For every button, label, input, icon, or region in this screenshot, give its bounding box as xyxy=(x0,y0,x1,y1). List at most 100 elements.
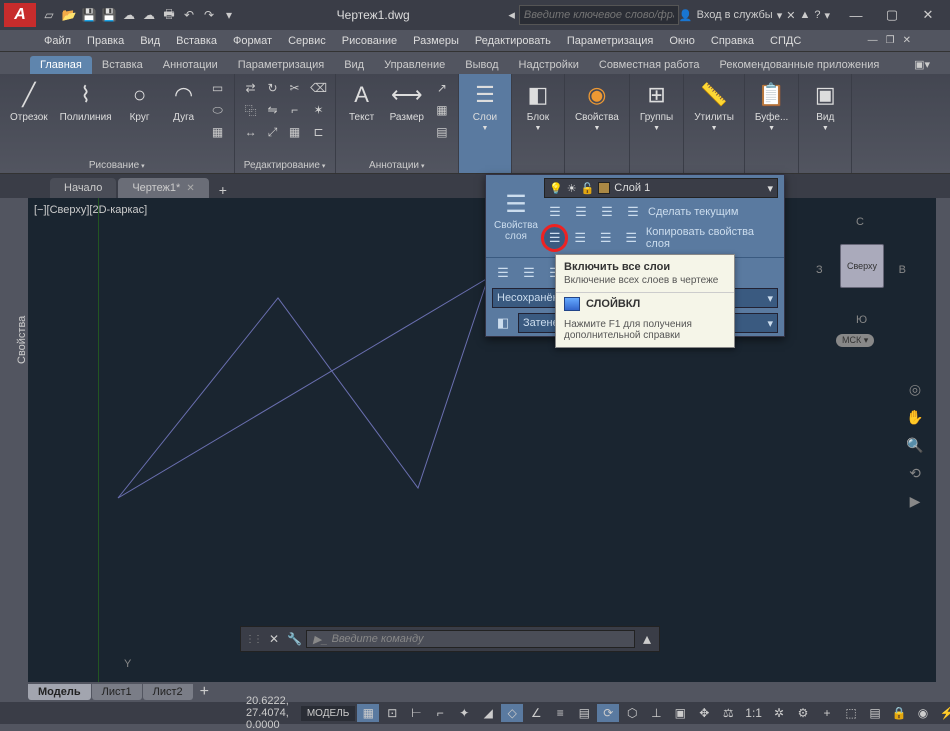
sb-selection-icon[interactable]: ▣ xyxy=(669,704,691,722)
arc-button[interactable]: ◠Дуга xyxy=(164,78,204,125)
layer-thaw-icon[interactable]: ☰ xyxy=(569,227,590,249)
minimize-button[interactable]: — xyxy=(838,0,874,30)
tab-output[interactable]: Вывод xyxy=(455,56,508,74)
sb-infer-icon[interactable]: ⊢ xyxy=(405,704,427,722)
signin-icon[interactable]: 👤 xyxy=(679,9,693,22)
sb-annovis-icon[interactable]: ✲ xyxy=(768,704,790,722)
menu-draw[interactable]: Рисование xyxy=(334,33,405,49)
tab-annotate[interactable]: Аннотации xyxy=(153,56,228,74)
panel-draw-title[interactable]: Рисование xyxy=(6,158,228,173)
menu-view[interactable]: Вид xyxy=(132,33,168,49)
layout-add-button[interactable]: + xyxy=(194,683,215,701)
menu-help[interactable]: Справка xyxy=(703,33,762,49)
cmdline-history-icon[interactable]: ▴ xyxy=(639,629,655,649)
layer-match-icon[interactable]: ☰ xyxy=(620,227,641,249)
menu-modify[interactable]: Редактировать xyxy=(467,33,559,49)
fillet-icon[interactable]: ⌐ xyxy=(285,100,305,120)
viewcube-north[interactable]: С xyxy=(856,216,864,228)
copy-props-link[interactable]: Копировать свойства слоя xyxy=(646,224,778,252)
mdi-restore-icon[interactable]: ❐ xyxy=(883,35,898,46)
new-icon[interactable]: ▱ xyxy=(40,6,58,24)
mdi-minimize-icon[interactable]: — xyxy=(865,35,881,46)
viewcube-east[interactable]: В xyxy=(899,264,906,276)
layer-iso-icon[interactable]: ☰ xyxy=(492,262,514,284)
tab-layout2[interactable]: Лист2 xyxy=(143,684,193,700)
viewcube-top-face[interactable]: Сверху xyxy=(840,244,884,288)
tab-express-icon[interactable]: ▣▾ xyxy=(904,55,940,74)
maximize-button[interactable]: ▢ xyxy=(874,0,910,30)
nav-pan-icon[interactable]: ✋ xyxy=(904,406,926,428)
rotate-icon[interactable]: ↻ xyxy=(263,78,283,98)
viewcube-south[interactable]: Ю xyxy=(856,314,867,326)
sb-lineweight-icon[interactable]: ≡ xyxy=(549,704,571,722)
line-button[interactable]: ╱Отрезок xyxy=(6,78,52,125)
sb-workspace-icon[interactable]: ⚙ xyxy=(792,704,814,722)
viewcube-wcs[interactable]: МСК ▾ xyxy=(836,334,874,347)
cmdline-close-icon[interactable]: ✕ xyxy=(265,632,283,646)
layer-lock-btn-icon[interactable]: ☰ xyxy=(596,201,618,223)
doctab-close-icon[interactable]: ✕ xyxy=(186,183,194,194)
properties-palette-bar[interactable]: Свойства xyxy=(0,198,28,682)
tab-featured[interactable]: Рекомендованные приложения xyxy=(710,56,890,74)
tab-view[interactable]: Вид xyxy=(334,56,374,74)
cloud-save-icon[interactable]: ☁ xyxy=(140,6,158,24)
view-button[interactable]: ▣Вид▼ xyxy=(805,78,845,134)
mtext-icon[interactable]: ▤ xyxy=(432,122,452,142)
panel-modify-title[interactable]: Редактирование xyxy=(241,158,329,173)
viewcube[interactable]: С Ю З В Сверху МСК ▾ xyxy=(816,216,906,336)
coordinates[interactable]: 20.6222, 27.4074, 0.0000 xyxy=(246,695,289,731)
sb-scale[interactable]: 1:1 xyxy=(741,704,766,722)
sb-annoscale-icon[interactable]: ⚖ xyxy=(717,704,739,722)
doctab-drawing1[interactable]: Чертеж1*✕ xyxy=(118,178,208,198)
tab-layout1[interactable]: Лист1 xyxy=(92,684,142,700)
cmdline-customize-icon[interactable]: 🔧 xyxy=(287,632,302,646)
sb-gizmo-icon[interactable]: ✥ xyxy=(693,704,715,722)
layer-freeze-icon[interactable]: ☰ xyxy=(570,201,592,223)
tab-manage[interactable]: Управление xyxy=(374,56,455,74)
redo-icon[interactable]: ↷ xyxy=(200,6,218,24)
sb-grid-icon[interactable]: ▦ xyxy=(357,704,379,722)
offset-icon[interactable]: ⊏ xyxy=(309,122,329,142)
layer-unlock-icon[interactable]: ☰ xyxy=(595,227,616,249)
erase-icon[interactable]: ⌫ xyxy=(309,78,329,98)
tab-home[interactable]: Главная xyxy=(30,56,92,74)
signin-dropdown-icon[interactable]: ▾ xyxy=(777,9,783,22)
cmdline-grip-icon[interactable]: ⋮⋮ xyxy=(245,634,261,645)
sb-cycling-icon[interactable]: ⟳ xyxy=(597,704,619,722)
make-current-link[interactable]: Сделать текущим xyxy=(648,204,738,220)
qat-dropdown-icon[interactable]: ▾ xyxy=(220,6,238,24)
menu-format[interactable]: Формат xyxy=(225,33,280,49)
nav-orbit-icon[interactable]: ⟲ xyxy=(904,462,926,484)
trim-icon[interactable]: ✂ xyxy=(285,78,305,98)
text-button[interactable]: AТекст xyxy=(342,78,382,125)
move-icon[interactable]: ⇄ xyxy=(241,78,261,98)
panel-annot-title[interactable]: Аннотации xyxy=(342,158,452,173)
tab-parametric[interactable]: Параметризация xyxy=(228,56,334,74)
menu-file[interactable]: Файл xyxy=(36,33,79,49)
layers-button[interactable]: ☰Слои▼ xyxy=(465,78,505,134)
undo-icon[interactable]: ↶ xyxy=(180,6,198,24)
app-logo[interactable]: A xyxy=(4,3,36,27)
layer-uniso-icon[interactable]: ☰ xyxy=(518,262,540,284)
help-dropdown-icon[interactable]: ▾ xyxy=(824,9,830,22)
open-icon[interactable]: 📂 xyxy=(60,6,78,24)
signin-link[interactable]: Вход в службы xyxy=(697,9,773,21)
sb-model-button[interactable]: МОДЕЛЬ xyxy=(301,706,355,721)
sb-3dosnap-icon[interactable]: ⬡ xyxy=(621,704,643,722)
doctab-new-button[interactable]: + xyxy=(211,182,235,198)
properties-button[interactable]: ◉Свойства▼ xyxy=(571,78,623,134)
search-input[interactable] xyxy=(519,5,679,25)
tab-model[interactable]: Модель xyxy=(28,684,91,700)
layer-vp-freeze-icon[interactable]: ◧ xyxy=(492,312,514,334)
dimension-button[interactable]: ⟷Размер xyxy=(386,78,428,125)
drawing-area[interactable]: [−][Сверху][2D-каркас] Y X С Ю З В Сверх… xyxy=(28,198,936,682)
cloud-open-icon[interactable]: ☁ xyxy=(120,6,138,24)
search-nav-left-icon[interactable]: ◂ xyxy=(508,7,515,23)
exchange-icon[interactable]: ✕ xyxy=(786,9,795,22)
sb-polar-icon[interactable]: ✦ xyxy=(453,704,475,722)
sb-snap-icon[interactable]: ⊡ xyxy=(381,704,403,722)
stayconn-icon[interactable]: ▲ xyxy=(799,9,810,21)
sb-transparency-icon[interactable]: ▤ xyxy=(573,704,595,722)
sb-ortho-icon[interactable]: ⌐ xyxy=(429,704,451,722)
rectangle-icon[interactable]: ▭ xyxy=(208,78,228,98)
